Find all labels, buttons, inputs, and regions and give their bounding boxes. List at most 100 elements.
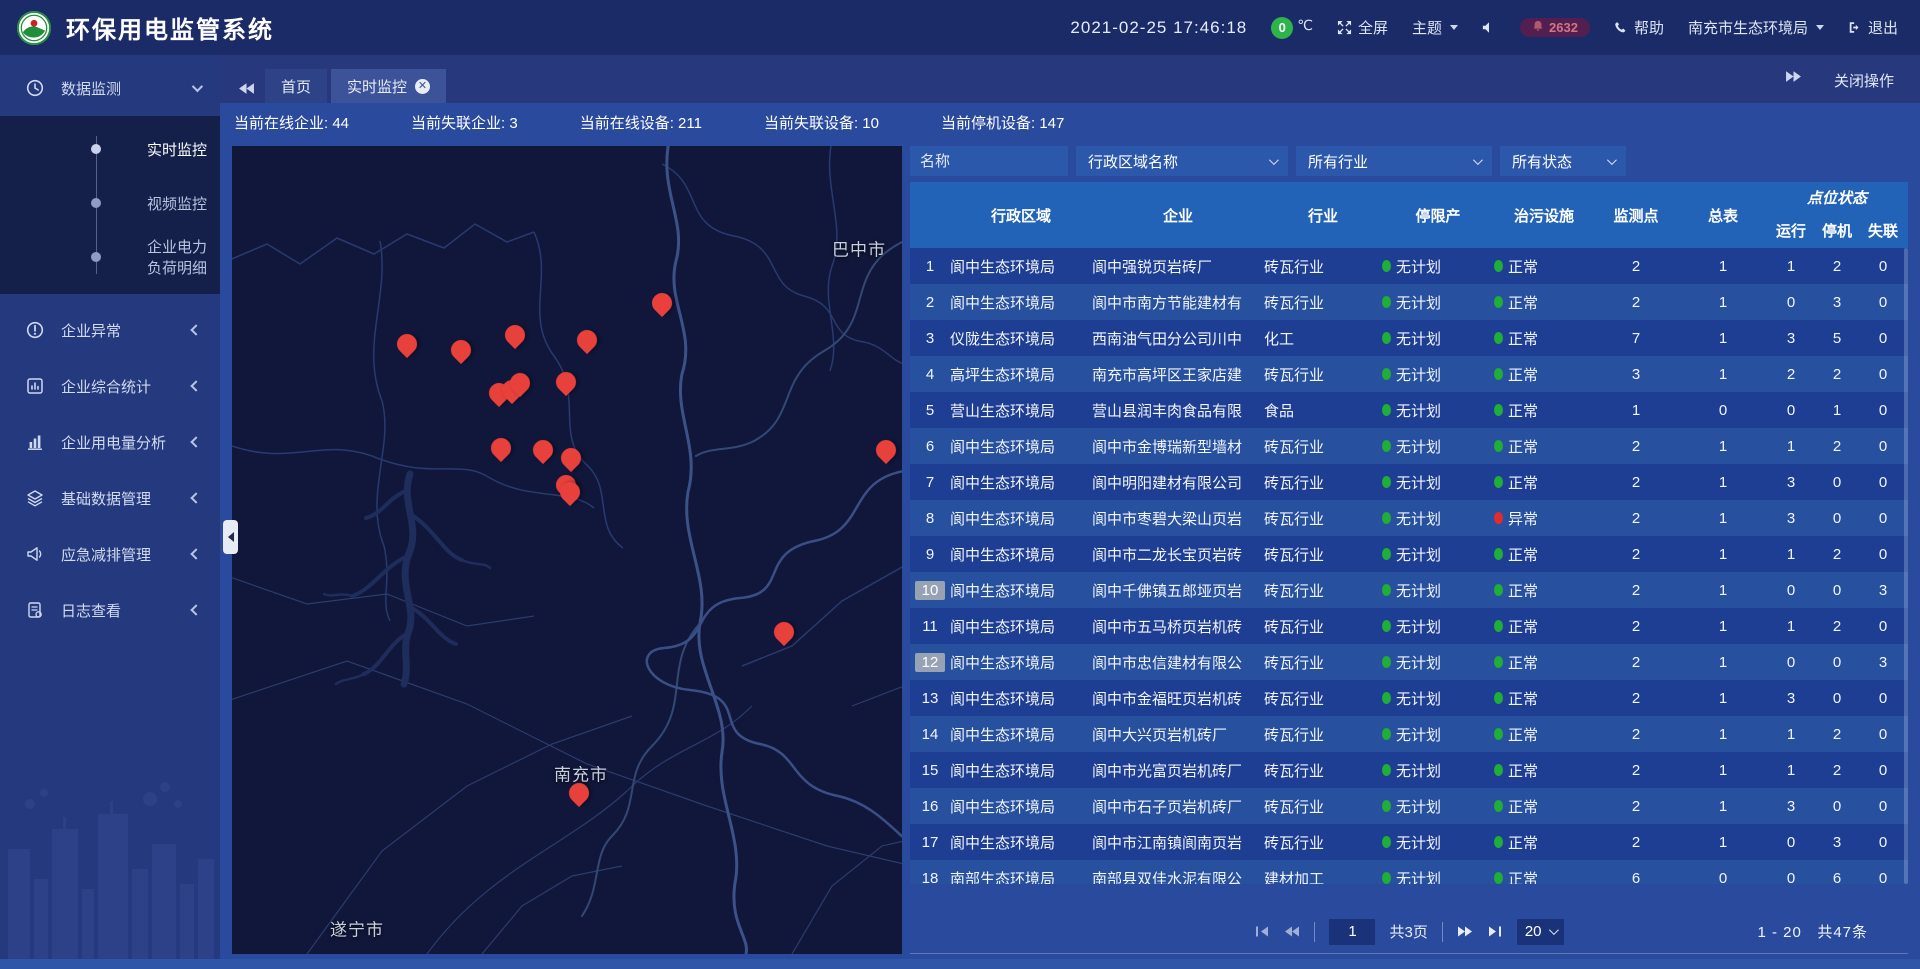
logout-button[interactable]: 退出 bbox=[1848, 17, 1898, 38]
sidebar-subitem-0[interactable]: 实时监控 bbox=[0, 122, 220, 176]
table-row-16[interactable]: 16阆中生态环境局阆中市石子页岩机砖厂砖瓦行业无计划正常21300 bbox=[910, 788, 1908, 824]
table-row-6[interactable]: 6阆中生态环境局阆中市金博瑞新型墙材砖瓦行业无计划正常21120 bbox=[910, 428, 1908, 464]
notification-badge[interactable]: 2632 bbox=[1520, 18, 1590, 37]
tab-close-icon[interactable]: ✕ bbox=[415, 79, 430, 94]
sidebar-item-4[interactable]: 基础数据管理 bbox=[0, 470, 220, 526]
tabs-scroll-left-button[interactable] bbox=[238, 82, 255, 95]
sidebar-item-5[interactable]: 应急减排管理 bbox=[0, 526, 220, 582]
cell-facility: 正常 bbox=[1494, 248, 1594, 284]
cell-production: 无计划 bbox=[1382, 392, 1494, 428]
col-header-point-status-group: 点位状态 运行 停机 失联 bbox=[1768, 182, 1906, 248]
cell-production: 无计划 bbox=[1382, 680, 1494, 716]
fullscreen-label: 全屏 bbox=[1358, 17, 1388, 38]
table-row-15[interactable]: 15阆中生态环境局阆中市光富页岩机砖厂砖瓦行业无计划正常21120 bbox=[910, 752, 1908, 788]
tab-realtime-monitor[interactable]: 实时监控 ✕ bbox=[331, 69, 446, 103]
page-size-select[interactable]: 20 bbox=[1517, 919, 1564, 945]
status-dot-green bbox=[1382, 260, 1391, 272]
status-dot-green bbox=[1382, 800, 1391, 812]
cell-company: 阆中市光富页岩机砖厂 bbox=[1092, 752, 1264, 788]
chevron-down-icon bbox=[1816, 25, 1824, 30]
status-dot-green bbox=[1382, 404, 1391, 416]
cell-monitor: 2 bbox=[1594, 500, 1678, 536]
cell-monitor: 7 bbox=[1594, 320, 1678, 356]
table-row-7[interactable]: 7阆中生态环境局阆中明阳建材有限公司砖瓦行业无计划正常21300 bbox=[910, 464, 1908, 500]
next-page-button[interactable] bbox=[1457, 925, 1473, 938]
user-dropdown[interactable]: 南充市生态环境局 bbox=[1688, 17, 1824, 38]
region-select[interactable]: 行政区域名称 bbox=[1076, 146, 1288, 176]
table-row-3[interactable]: 3仪陇生态环境局西南油气田分公司川中化工无计划正常71350 bbox=[910, 320, 1908, 356]
temperature-value: 0 bbox=[1271, 17, 1293, 39]
sidebar-item-label: 企业异常 bbox=[61, 320, 121, 341]
status-dot-green bbox=[1494, 368, 1503, 380]
cell-monitor: 2 bbox=[1594, 680, 1678, 716]
cell-industry: 砖瓦行业 bbox=[1264, 284, 1382, 320]
table-row-12[interactable]: 12阆中生态环境局阆中市忠信建材有限公砖瓦行业无计划正常21003 bbox=[910, 644, 1908, 680]
fullscreen-button[interactable]: 全屏 bbox=[1337, 17, 1388, 38]
cell-industry: 砖瓦行业 bbox=[1264, 824, 1382, 860]
cell-monitor: 1 bbox=[1594, 392, 1678, 428]
sidebar-subitem-1[interactable]: 视频监控 bbox=[0, 176, 220, 230]
status-select[interactable]: 所有状态 bbox=[1500, 146, 1626, 176]
chevron-left-icon bbox=[190, 492, 201, 503]
cell-stop: 2 bbox=[1814, 428, 1860, 464]
cell-stop: 0 bbox=[1814, 680, 1860, 716]
table-row-9[interactable]: 9阆中生态环境局阆中市二龙长宝页岩砖砖瓦行业无计划正常21120 bbox=[910, 536, 1908, 572]
cell-lost: 3 bbox=[1860, 644, 1906, 680]
tab-home[interactable]: 首页 bbox=[265, 69, 327, 103]
sidebar-subitem-2[interactable]: 企业电力负荷明细 bbox=[0, 230, 220, 284]
sidebar-item-3[interactable]: 企业用电量分析 bbox=[0, 414, 220, 470]
table-row-8[interactable]: 8阆中生态环境局阆中市枣碧大梁山页岩砖瓦行业无计划异常21300 bbox=[910, 500, 1908, 536]
table-row-14[interactable]: 14阆中生态环境局阆中大兴页岩机砖厂砖瓦行业无计划正常21120 bbox=[910, 716, 1908, 752]
table-row-2[interactable]: 2阆中生态环境局阆中市南方节能建材有砖瓦行业无计划正常21030 bbox=[910, 284, 1908, 320]
theme-dropdown[interactable]: 主题 bbox=[1412, 17, 1458, 38]
map-collapse-handle[interactable] bbox=[223, 520, 238, 554]
table-row-13[interactable]: 13阆中生态环境局阆中市金福旺页岩机砖砖瓦行业无计划正常21300 bbox=[910, 680, 1908, 716]
sidebar-item-6[interactable]: 日志查看 bbox=[0, 582, 220, 638]
cell-lost: 0 bbox=[1860, 248, 1906, 284]
sidebar-item-0[interactable]: 数据监测 bbox=[0, 60, 220, 116]
table-row-11[interactable]: 11阆中生态环境局阆中市五马桥页岩机砖砖瓦行业无计划正常21120 bbox=[910, 608, 1908, 644]
tab-bar: 首页 实时监控 ✕ 关闭操作 bbox=[220, 55, 1920, 103]
cell-company: 西南油气田分公司川中 bbox=[1092, 320, 1264, 356]
table-row-5[interactable]: 5营山生态环境局营山县润丰肉食品有限食品无计划正常10010 bbox=[910, 392, 1908, 428]
cell-lost: 0 bbox=[1860, 536, 1906, 572]
map-panel[interactable]: 巴中市南充市遂宁市 bbox=[232, 146, 902, 954]
prev-page-button[interactable] bbox=[1284, 925, 1300, 938]
cell-run: 3 bbox=[1768, 320, 1814, 356]
table-row-18[interactable]: 18南部生态环境局南部县双佳水泥有限公建材加工无计划正常60060 bbox=[910, 860, 1908, 884]
cell-monitor: 2 bbox=[1594, 608, 1678, 644]
sidebar-item-2[interactable]: 企业综合统计 bbox=[0, 358, 220, 414]
table-row-17[interactable]: 17阆中生态环境局阆中市江南镇阆南页岩砖瓦行业无计划正常21030 bbox=[910, 824, 1908, 860]
industry-select[interactable]: 所有行业 bbox=[1296, 146, 1492, 176]
table-row-4[interactable]: 4高坪生态环境局南充市高坪区王家店建砖瓦行业无计划正常31220 bbox=[910, 356, 1908, 392]
help-label: 帮助 bbox=[1634, 17, 1664, 38]
sidebar-item-label: 数据监测 bbox=[61, 78, 121, 99]
tabs-scroll-right-button[interactable] bbox=[1785, 70, 1802, 83]
sidebar-item-1[interactable]: 企业异常 bbox=[0, 302, 220, 358]
cell-production: 无计划 bbox=[1382, 428, 1494, 464]
chevron-down-icon bbox=[1607, 155, 1617, 165]
cell-stop: 0 bbox=[1814, 500, 1860, 536]
cell-run: 1 bbox=[1768, 428, 1814, 464]
table-scrollbar[interactable] bbox=[1904, 248, 1908, 884]
sound-toggle-button[interactable] bbox=[1482, 21, 1496, 34]
cell-lost: 0 bbox=[1860, 716, 1906, 752]
name-search-input[interactable] bbox=[910, 146, 1068, 176]
row-number: 4 bbox=[910, 356, 950, 392]
cell-production: 无计划 bbox=[1382, 572, 1494, 608]
last-page-button[interactable] bbox=[1487, 925, 1503, 938]
close-operations-button[interactable]: 关闭操作 bbox=[1834, 70, 1894, 91]
cell-stop: 0 bbox=[1814, 644, 1860, 680]
cell-facility: 正常 bbox=[1494, 572, 1594, 608]
cell-run: 0 bbox=[1768, 824, 1814, 860]
stats-bar: 当前在线企业: 44当前失联企业: 3当前在线设备: 211当前失联设备: 10… bbox=[220, 103, 1920, 141]
table-row-10[interactable]: 10阆中生态环境局阆中千佛镇五郎垭页岩砖瓦行业无计划正常21003 bbox=[910, 572, 1908, 608]
cell-region: 仪陇生态环境局 bbox=[950, 320, 1092, 356]
logout-icon bbox=[1848, 21, 1862, 34]
cell-facility: 正常 bbox=[1494, 320, 1594, 356]
first-page-button[interactable] bbox=[1254, 925, 1270, 938]
page-number-input[interactable] bbox=[1329, 919, 1375, 945]
help-button[interactable]: 帮助 bbox=[1614, 17, 1664, 38]
table-row-1[interactable]: 1阆中生态环境局阆中强锐页岩砖厂砖瓦行业无计划正常21120 bbox=[910, 248, 1908, 284]
theme-label: 主题 bbox=[1412, 17, 1442, 38]
